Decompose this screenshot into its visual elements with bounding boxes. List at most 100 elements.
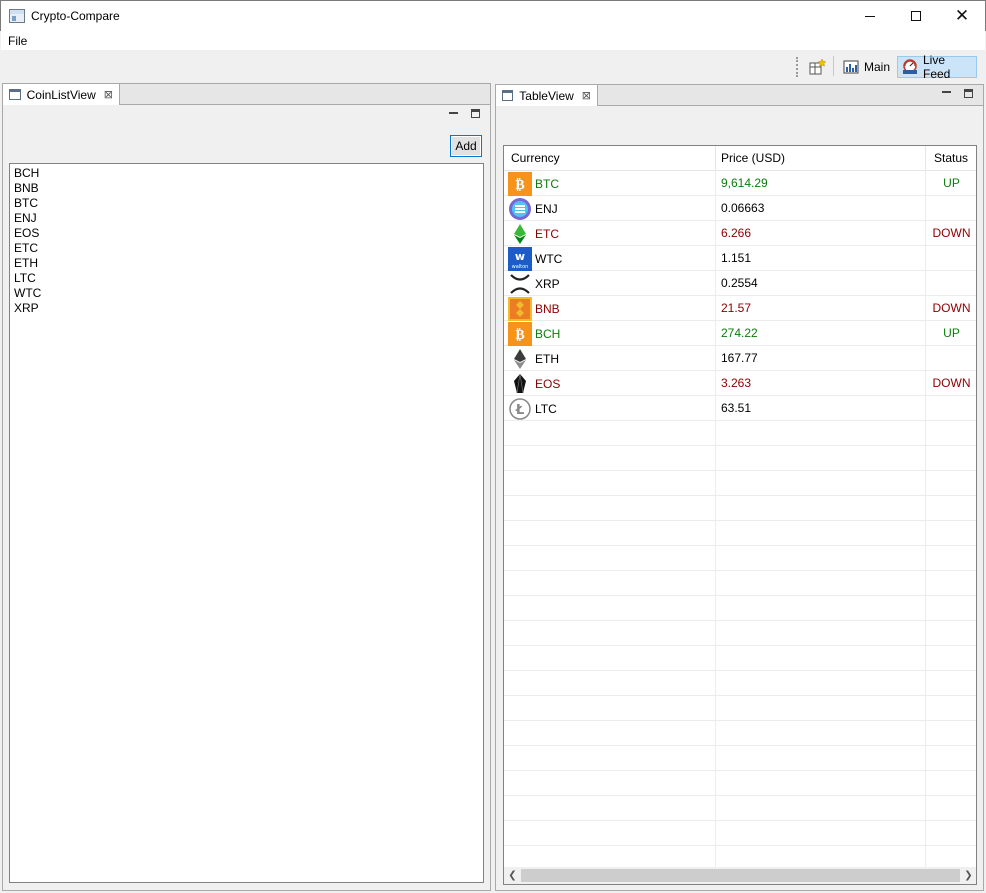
cell-currency xyxy=(504,721,716,746)
cell-currency xyxy=(504,571,716,596)
list-item[interactable]: BNB xyxy=(14,181,479,196)
list-item[interactable]: XRP xyxy=(14,301,479,316)
table-row[interactable]: ETC 6.266 DOWN xyxy=(504,221,976,246)
menu-file[interactable]: File xyxy=(8,34,27,48)
cell-currency xyxy=(504,421,716,446)
cell-price xyxy=(716,621,926,646)
cell-price: 9,614.29 xyxy=(716,171,926,196)
table-row[interactable]: ₿ BTC 9,614.29 UP xyxy=(504,171,976,196)
table-row[interactable]: ETH 167.77 xyxy=(504,346,976,371)
list-item[interactable]: ETH xyxy=(14,256,479,271)
table-row[interactable] xyxy=(504,471,976,496)
list-item[interactable]: BCH xyxy=(14,166,479,181)
table-row[interactable]: EOS 3.263 DOWN xyxy=(504,371,976,396)
tab-coin-list-view[interactable]: CoinListView ⊠ xyxy=(3,84,120,105)
cell-status xyxy=(926,646,976,671)
table-row[interactable] xyxy=(504,721,976,746)
cell-price xyxy=(716,671,926,696)
perspective-toolbar: Main Live Feed xyxy=(1,50,985,83)
table-row[interactable] xyxy=(504,746,976,771)
close-button[interactable]: ✕ xyxy=(939,1,985,31)
eos-icon xyxy=(514,373,526,393)
column-header-status[interactable]: Status xyxy=(926,146,976,171)
table-row[interactable] xyxy=(504,771,976,796)
tab-table-view-label: TableView xyxy=(519,88,574,103)
cell-price xyxy=(716,421,926,446)
maximize-button[interactable] xyxy=(893,1,939,31)
cell-price xyxy=(716,496,926,521)
list-item[interactable]: EOS xyxy=(14,226,479,241)
table-row[interactable]: XRP 0.2554 xyxy=(504,271,976,296)
list-item[interactable]: LTC xyxy=(14,271,479,286)
maximize-view-icon[interactable] xyxy=(471,109,480,118)
list-item[interactable]: ETC xyxy=(14,241,479,256)
cell-price: 6.266 xyxy=(716,221,926,246)
perspective-main-button[interactable]: Main xyxy=(839,56,894,78)
toolbar-grip[interactable] xyxy=(796,57,798,77)
cell-status: DOWN xyxy=(932,226,971,240)
perspective-live-feed-button[interactable]: Live Feed xyxy=(897,53,977,81)
table-row[interactable]: w walton WTC 1.151 xyxy=(504,246,976,271)
table-row[interactable]: Ł LTC 63.51 xyxy=(504,396,976,421)
enjin-icon xyxy=(509,197,531,220)
cell-price: 0.2554 xyxy=(716,271,926,296)
toolbar-separator xyxy=(833,56,834,76)
price-table[interactable]: Currency Price (USD) Status ₿ BTC 9,614.29… xyxy=(503,145,977,885)
table-row[interactable]: BNB 21.57 DOWN xyxy=(504,296,976,321)
table-row[interactable] xyxy=(504,696,976,721)
cell-currency xyxy=(504,496,716,521)
cell-currency xyxy=(504,821,716,846)
column-header-currency[interactable]: Currency xyxy=(504,146,716,171)
maximize-view-icon[interactable] xyxy=(964,89,973,98)
minimize-view-icon[interactable] xyxy=(449,112,458,114)
tab-table-view[interactable]: TableView ⊠ xyxy=(496,85,598,106)
scrollbar-thumb[interactable] xyxy=(521,869,960,882)
add-button[interactable]: Add xyxy=(450,135,482,157)
cell-currency: Ł LTC xyxy=(504,396,716,421)
table-row[interactable] xyxy=(504,571,976,596)
currency-symbol: ETH xyxy=(535,351,559,366)
cell-status xyxy=(926,721,976,746)
close-tab-icon[interactable]: ⊠ xyxy=(104,88,113,101)
live-feed-icon xyxy=(903,59,917,74)
walton-icon: wwalton xyxy=(508,246,532,271)
table-row[interactable] xyxy=(504,671,976,696)
cell-currency: XRP xyxy=(504,271,716,296)
coin-list[interactable]: BCH BNB BTC ENJ EOS ETC ETH LTC WTC XRP xyxy=(9,163,484,883)
table-row[interactable] xyxy=(504,496,976,521)
table-row[interactable] xyxy=(504,621,976,646)
table-row[interactable] xyxy=(504,596,976,621)
table-row[interactable]: ₿ BCH 274.22 UP xyxy=(504,321,976,346)
cell-status xyxy=(926,546,976,571)
table-row[interactable]: ENJ 0.06663 xyxy=(504,196,976,221)
table-row[interactable] xyxy=(504,546,976,571)
close-tab-icon[interactable]: ⊠ xyxy=(582,89,591,102)
table-row[interactable] xyxy=(504,821,976,846)
horizontal-scrollbar[interactable]: ❮ ❯ xyxy=(504,867,976,884)
table-row[interactable] xyxy=(504,796,976,821)
ethereum-classic-icon xyxy=(514,223,526,244)
list-item[interactable]: ENJ xyxy=(14,211,479,226)
table-row[interactable] xyxy=(504,421,976,446)
column-header-price[interactable]: Price (USD) xyxy=(716,146,926,171)
cell-price xyxy=(716,546,926,571)
table-row[interactable] xyxy=(504,521,976,546)
currency-symbol: BNB xyxy=(535,301,560,316)
svg-text:Ł: Ł xyxy=(515,403,524,418)
table-view-tabstrip: TableView ⊠ xyxy=(496,85,983,106)
cell-status xyxy=(926,346,976,371)
open-perspective-icon[interactable] xyxy=(809,58,827,76)
table-row[interactable] xyxy=(504,446,976,471)
tab-coin-list-label: CoinListView xyxy=(26,87,96,102)
view-icon xyxy=(9,89,21,100)
list-item[interactable]: BTC xyxy=(14,196,479,211)
minimize-view-icon[interactable] xyxy=(942,91,951,93)
window-title: Crypto-Compare xyxy=(31,9,120,23)
scroll-left-icon[interactable]: ❮ xyxy=(504,867,521,884)
currency-symbol: ETC xyxy=(535,226,559,241)
cell-status xyxy=(926,196,976,221)
table-row[interactable] xyxy=(504,646,976,671)
scroll-right-icon[interactable]: ❯ xyxy=(960,867,976,884)
list-item[interactable]: WTC xyxy=(14,286,479,301)
minimize-button[interactable] xyxy=(847,1,893,31)
